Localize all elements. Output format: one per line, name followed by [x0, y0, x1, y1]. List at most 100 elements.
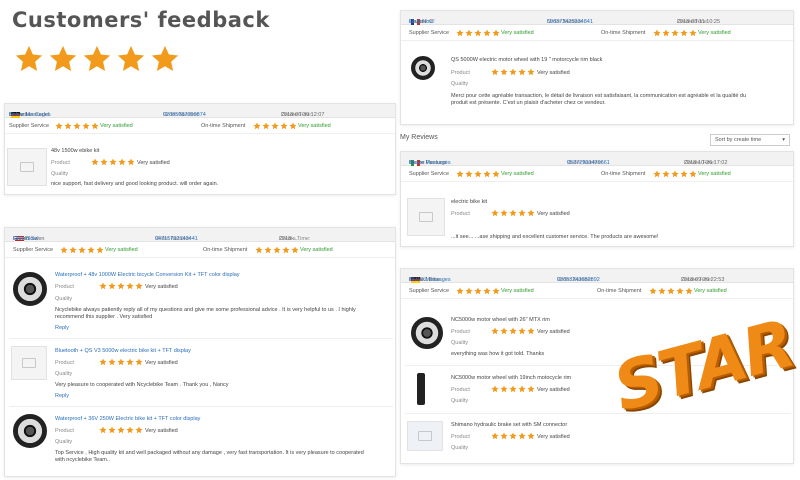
product-thumbnail[interactable] [13, 414, 47, 448]
divider [9, 406, 393, 407]
star-icon [99, 282, 107, 290]
product-thumbnail[interactable] [417, 373, 425, 405]
star-icon [483, 29, 491, 37]
star-icon [48, 44, 78, 74]
star-icon [253, 122, 261, 130]
product-thumbnail[interactable] [407, 421, 443, 451]
star-icon [491, 209, 499, 217]
star-icon [662, 170, 670, 178]
star-icon [126, 358, 134, 366]
star-icon [500, 209, 508, 217]
star-icon [282, 246, 290, 254]
star-icon [676, 287, 684, 295]
star-icon [518, 327, 526, 335]
review-card-sebastian: Buyer:Sebastian Cedel ✉ Leave Messages O… [4, 103, 396, 195]
product-thumbnail[interactable] [411, 317, 443, 349]
star-icon [671, 29, 679, 37]
product-title[interactable]: NC5000w motor wheel with 19inch motocycl… [451, 375, 571, 382]
star-icon [100, 158, 108, 166]
star-icon [150, 44, 180, 74]
page-title: Customers' feedback [12, 8, 270, 32]
product-title[interactable]: Waterproof + 48v 1000W Electric bicycle … [55, 272, 240, 279]
star-icon [492, 29, 500, 37]
divider [9, 338, 393, 339]
image-placeholder-icon [419, 212, 433, 222]
supplier-stars [456, 287, 500, 295]
review-header: Buyer:Harold Swen ☷ Chat Now! Order Numb… [5, 228, 395, 242]
star-icon [118, 158, 126, 166]
star-icon [108, 426, 116, 434]
star-icon [273, 246, 281, 254]
star-icon [527, 209, 535, 217]
star-icon [456, 170, 464, 178]
review-comment: Top Service , High quality kit and well … [55, 450, 364, 456]
product-title[interactable]: Bluetooth + QS V3 5000w electric bike ki… [55, 348, 191, 355]
star-icon [73, 122, 81, 130]
product-thumbnail[interactable] [11, 346, 47, 380]
star-icon [518, 385, 526, 393]
supplier-stars [456, 29, 500, 37]
product-thumbnail[interactable] [411, 56, 435, 80]
star-icon [492, 170, 500, 178]
star-icon [271, 122, 279, 130]
star-icon [91, 122, 99, 130]
product-title[interactable]: Waterproof + 36V 250W Electric bike kit … [55, 416, 200, 423]
product-stars [99, 282, 143, 290]
star-icon [91, 158, 99, 166]
my-reviews-heading: My Reviews [400, 134, 438, 141]
reply-link[interactable]: Reply [55, 325, 69, 332]
service-rating-row: Supplier Service Very satisfied On-time … [5, 242, 395, 258]
star-icon [509, 385, 517, 393]
product-title[interactable]: NC5000w motor wheel with 26" MTX rim [451, 317, 550, 324]
product-title[interactable]: 48v 1500w ebike kit [51, 148, 99, 155]
product-title[interactable]: QS 5000W electric motor wheel with 19 " … [451, 57, 602, 64]
star-icon [500, 327, 508, 335]
product-thumbnail[interactable] [407, 198, 445, 236]
product-stars [491, 385, 535, 393]
star-icon [117, 358, 125, 366]
product-thumbnail[interactable] [13, 272, 47, 306]
star-icon [483, 170, 491, 178]
star-icon [82, 122, 90, 130]
star-icon [99, 358, 107, 366]
star-icon [116, 44, 146, 74]
star-icon [474, 287, 482, 295]
image-placeholder-icon [20, 162, 34, 172]
reply-link[interactable]: Reply [55, 393, 69, 400]
service-rating-row: Supplier Service Very satisfied On-time … [401, 25, 793, 41]
star-icon [135, 358, 143, 366]
star-icon [99, 426, 107, 434]
product-title[interactable]: electric bike kit [451, 199, 487, 206]
star-icon [117, 282, 125, 290]
product-title[interactable]: Shimano hydraulic brake set with SM conn… [451, 422, 567, 429]
review-card-harold: Buyer:Harold Swen ☷ Chat Now! Order Numb… [4, 227, 396, 477]
service-rating-row: Supplier Service Very satisfied On-time … [5, 118, 395, 134]
star-icon [108, 282, 116, 290]
star-icon [671, 170, 679, 178]
star-icon [280, 122, 288, 130]
star-icon [491, 327, 499, 335]
star-icon [474, 29, 482, 37]
star-icon [465, 29, 473, 37]
review-comment: Merci pour cette agréable transaction, l… [451, 93, 747, 99]
sort-select[interactable]: Sort by create time ▾ [710, 134, 790, 146]
star-icon [509, 68, 517, 76]
star-icon [518, 68, 526, 76]
star-icon [680, 29, 688, 37]
star-icon [78, 246, 86, 254]
review-comment: Very pleasure to cooperated with Ncycleb… [55, 382, 229, 388]
review-comment: recommend this supplier . Very satisfied [55, 314, 153, 320]
shipment-stars [653, 170, 697, 178]
star-icon [456, 29, 464, 37]
product-thumbnail[interactable] [7, 148, 47, 186]
supplier-stars [456, 170, 500, 178]
star-icon [653, 170, 661, 178]
review-comment: nice support, fast delivery and good loo… [51, 181, 219, 187]
review-header: Buyer:Sebastian Cedel ✉ Leave Messages O… [5, 104, 395, 118]
image-placeholder-icon [418, 431, 432, 441]
star-icon [69, 246, 77, 254]
product-stars [491, 432, 535, 440]
star-icon [491, 68, 499, 76]
star-icon [500, 432, 508, 440]
star-icon [127, 158, 135, 166]
